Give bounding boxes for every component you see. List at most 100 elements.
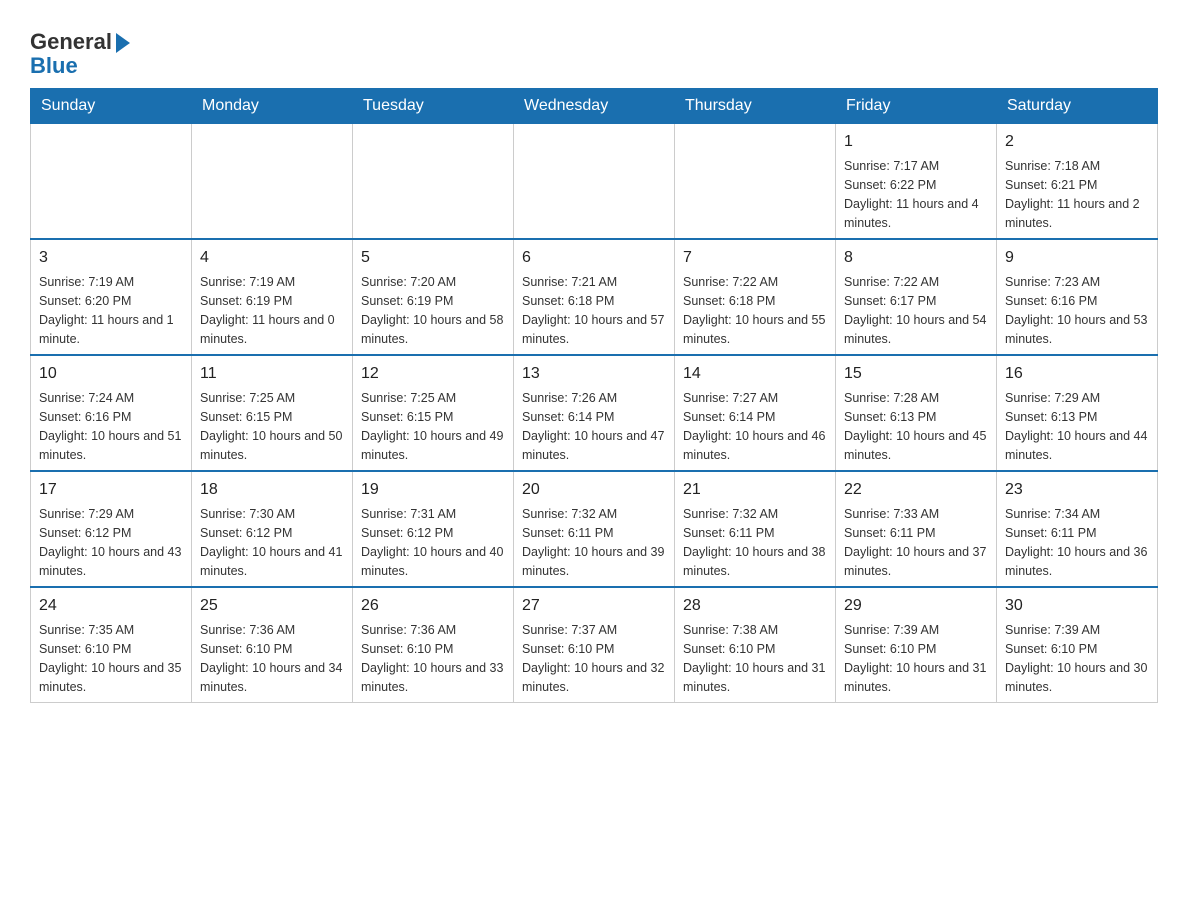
day-number: 19 (361, 478, 505, 502)
day-info: Sunrise: 7:25 AMSunset: 6:15 PMDaylight:… (200, 389, 344, 464)
header-monday: Monday (192, 89, 353, 124)
calendar-day-cell (31, 124, 192, 240)
day-number: 12 (361, 362, 505, 386)
day-info: Sunrise: 7:20 AMSunset: 6:19 PMDaylight:… (361, 273, 505, 348)
calendar-day-cell: 22Sunrise: 7:33 AMSunset: 6:11 PMDayligh… (836, 471, 997, 587)
logo-icon: General Blue (30, 30, 130, 78)
day-info: Sunrise: 7:38 AMSunset: 6:10 PMDaylight:… (683, 621, 827, 696)
calendar-week-row: 24Sunrise: 7:35 AMSunset: 6:10 PMDayligh… (31, 587, 1158, 703)
calendar-day-cell: 6 Sunrise: 7:21 AMSunset: 6:18 PMDaylight… (514, 239, 675, 355)
calendar-header-row: SundayMondayTuesdayWednesdayThursdayFrid… (31, 89, 1158, 124)
day-number: 11 (200, 362, 344, 386)
day-info: Sunrise: 7:29 AMSunset: 6:13 PMDaylight:… (1005, 389, 1149, 464)
day-number: 8 (844, 246, 988, 270)
day-number: 18 (200, 478, 344, 502)
day-number: 28 (683, 594, 827, 618)
calendar-week-row: 3 Sunrise: 7:19 AMSunset: 6:20 PMDaylight… (31, 239, 1158, 355)
calendar-day-cell: 7 Sunrise: 7:22 AMSunset: 6:18 PMDaylight… (675, 239, 836, 355)
calendar-day-cell: 9 Sunrise: 7:23 AMSunset: 6:16 PMDaylight… (997, 239, 1158, 355)
page-header: General Blue (30, 20, 1158, 78)
day-info: Sunrise: 7:36 AMSunset: 6:10 PMDaylight:… (200, 621, 344, 696)
day-info: Sunrise: 7:29 AMSunset: 6:12 PMDaylight:… (39, 505, 183, 580)
calendar-day-cell: 11 Sunrise: 7:25 AMSunset: 6:15 PMDayligh… (192, 355, 353, 471)
calendar-day-cell: 24Sunrise: 7:35 AMSunset: 6:10 PMDayligh… (31, 587, 192, 703)
calendar-day-cell: 16 Sunrise: 7:29 AMSunset: 6:13 PMDayligh… (997, 355, 1158, 471)
day-info: Sunrise: 7:23 AMSunset: 6:16 PMDaylight:… (1005, 273, 1149, 348)
day-number: 4 (200, 246, 344, 270)
calendar-day-cell: 1 Sunrise: 7:17 AMSunset: 6:22 PMDaylight… (836, 124, 997, 240)
calendar-day-cell: 17 Sunrise: 7:29 AMSunset: 6:12 PMDayligh… (31, 471, 192, 587)
day-info: Sunrise: 7:27 AMSunset: 6:14 PMDaylight:… (683, 389, 827, 464)
day-number: 6 (522, 246, 666, 270)
calendar-day-cell: 29 Sunrise: 7:39 AMSunset: 6:10 PMDayligh… (836, 587, 997, 703)
day-number: 3 (39, 246, 183, 270)
calendar-day-cell: 27 Sunrise: 7:37 AMSunset: 6:10 PMDayligh… (514, 587, 675, 703)
day-number: 20 (522, 478, 666, 502)
day-number: 29 (844, 594, 988, 618)
day-info: Sunrise: 7:39 AMSunset: 6:10 PMDaylight:… (1005, 621, 1149, 696)
day-number: 21 (683, 478, 827, 502)
day-info: Sunrise: 7:26 AMSunset: 6:14 PMDaylight:… (522, 389, 666, 464)
day-number: 1 (844, 130, 988, 154)
day-info: Sunrise: 7:36 AMSunset: 6:10 PMDaylight:… (361, 621, 505, 696)
day-number: 14 (683, 362, 827, 386)
day-number: 23 (1005, 478, 1149, 502)
day-info: Sunrise: 7:37 AMSunset: 6:10 PMDaylight:… (522, 621, 666, 696)
day-number: 9 (1005, 246, 1149, 270)
calendar-table: SundayMondayTuesdayWednesdayThursdayFrid… (30, 88, 1158, 703)
day-number: 26 (361, 594, 505, 618)
calendar-day-cell: 3 Sunrise: 7:19 AMSunset: 6:20 PMDaylight… (31, 239, 192, 355)
day-number: 2 (1005, 130, 1149, 154)
day-info: Sunrise: 7:34 AMSunset: 6:11 PMDaylight:… (1005, 505, 1149, 580)
day-info: Sunrise: 7:30 AMSunset: 6:12 PMDaylight:… (200, 505, 344, 580)
day-info: Sunrise: 7:35 AMSunset: 6:10 PMDaylight:… (39, 621, 183, 696)
calendar-day-cell (353, 124, 514, 240)
day-number: 30 (1005, 594, 1149, 618)
day-info: Sunrise: 7:25 AMSunset: 6:15 PMDaylight:… (361, 389, 505, 464)
calendar-day-cell: 5 Sunrise: 7:20 AMSunset: 6:19 PMDaylight… (353, 239, 514, 355)
calendar-day-cell: 8 Sunrise: 7:22 AMSunset: 6:17 PMDaylight… (836, 239, 997, 355)
day-number: 5 (361, 246, 505, 270)
calendar-week-row: 17 Sunrise: 7:29 AMSunset: 6:12 PMDayligh… (31, 471, 1158, 587)
calendar-day-cell: 18 Sunrise: 7:30 AMSunset: 6:12 PMDayligh… (192, 471, 353, 587)
day-number: 25 (200, 594, 344, 618)
day-number: 10 (39, 362, 183, 386)
day-info: Sunrise: 7:31 AMSunset: 6:12 PMDaylight:… (361, 505, 505, 580)
calendar-day-cell: 20 Sunrise: 7:32 AMSunset: 6:11 PMDayligh… (514, 471, 675, 587)
day-info: Sunrise: 7:22 AMSunset: 6:18 PMDaylight:… (683, 273, 827, 348)
calendar-day-cell: 2Sunrise: 7:18 AMSunset: 6:21 PMDaylight… (997, 124, 1158, 240)
header-friday: Friday (836, 89, 997, 124)
day-info: Sunrise: 7:28 AMSunset: 6:13 PMDaylight:… (844, 389, 988, 464)
day-info: Sunrise: 7:19 AMSunset: 6:20 PMDaylight:… (39, 273, 183, 348)
day-info: Sunrise: 7:24 AMSunset: 6:16 PMDaylight:… (39, 389, 183, 464)
day-info: Sunrise: 7:32 AMSunset: 6:11 PMDaylight:… (522, 505, 666, 580)
header-saturday: Saturday (997, 89, 1158, 124)
day-number: 17 (39, 478, 183, 502)
day-number: 7 (683, 246, 827, 270)
calendar-week-row: 1 Sunrise: 7:17 AMSunset: 6:22 PMDaylight… (31, 124, 1158, 240)
calendar-day-cell: 23 Sunrise: 7:34 AMSunset: 6:11 PMDayligh… (997, 471, 1158, 587)
day-number: 27 (522, 594, 666, 618)
day-info: Sunrise: 7:22 AMSunset: 6:17 PMDaylight:… (844, 273, 988, 348)
header-tuesday: Tuesday (353, 89, 514, 124)
calendar-day-cell: 21 Sunrise: 7:32 AMSunset: 6:11 PMDayligh… (675, 471, 836, 587)
day-number: 16 (1005, 362, 1149, 386)
calendar-day-cell: 25 Sunrise: 7:36 AMSunset: 6:10 PMDayligh… (192, 587, 353, 703)
calendar-day-cell: 19 Sunrise: 7:31 AMSunset: 6:12 PMDayligh… (353, 471, 514, 587)
calendar-day-cell: 14 Sunrise: 7:27 AMSunset: 6:14 PMDayligh… (675, 355, 836, 471)
day-number: 22 (844, 478, 988, 502)
calendar-day-cell: 12 Sunrise: 7:25 AMSunset: 6:15 PMDayligh… (353, 355, 514, 471)
calendar-day-cell: 13 Sunrise: 7:26 AMSunset: 6:14 PMDayligh… (514, 355, 675, 471)
calendar-day-cell (514, 124, 675, 240)
calendar-week-row: 10 Sunrise: 7:24 AMSunset: 6:16 PMDayligh… (31, 355, 1158, 471)
day-info: Sunrise: 7:21 AMSunset: 6:18 PMDaylight:… (522, 273, 666, 348)
header-sunday: Sunday (31, 89, 192, 124)
calendar-day-cell: 30 Sunrise: 7:39 AMSunset: 6:10 PMDayligh… (997, 587, 1158, 703)
calendar-day-cell: 26 Sunrise: 7:36 AMSunset: 6:10 PMDayligh… (353, 587, 514, 703)
calendar-day-cell: 28 Sunrise: 7:38 AMSunset: 6:10 PMDayligh… (675, 587, 836, 703)
day-info: Sunrise: 7:39 AMSunset: 6:10 PMDaylight:… (844, 621, 988, 696)
calendar-day-cell (192, 124, 353, 240)
day-number: 13 (522, 362, 666, 386)
day-info: Sunrise: 7:17 AMSunset: 6:22 PMDaylight:… (844, 157, 988, 232)
day-info: Sunrise: 7:32 AMSunset: 6:11 PMDaylight:… (683, 505, 827, 580)
